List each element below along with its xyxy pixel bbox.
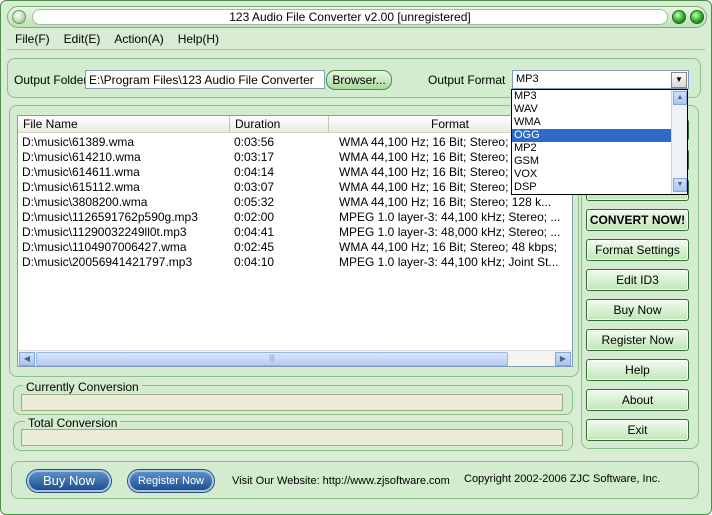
output-folder-label: Output Folder [14, 73, 88, 87]
table-row[interactable]: D:\music\11290032249ll0t.mp3 0:04:41 MPEG … [18, 225, 572, 240]
file-name-cell: D:\music\1126591762p590g.mp3 [22, 210, 198, 224]
footer-buy-now-button[interactable]: Buy Now [27, 470, 111, 492]
duration-cell: 0:04:10 [234, 255, 275, 269]
format-option[interactable]: DSP [512, 181, 671, 194]
format-option[interactable]: MP2 [512, 142, 671, 155]
scroll-down-icon[interactable]: ▼ [673, 178, 687, 192]
format-settings-button[interactable]: Format Settings [586, 239, 689, 261]
title-bar[interactable]: 123 Audio File Converter v2.00 [unregist… [7, 6, 707, 28]
output-format-select[interactable]: MP3 ▼ [512, 70, 689, 89]
column-file-name[interactable]: File Name [18, 116, 230, 132]
file-name-cell: D:\music\61389.wma [22, 135, 135, 149]
menu-bar: File(F) Edit(E) Action(A) Help(H) [13, 32, 221, 48]
current-conversion-label: Currently Conversion [23, 380, 142, 394]
footer-register-now-button[interactable]: Register Now [128, 470, 214, 492]
table-row[interactable]: D:\music\1126591762p590g.mp3 0:02:00 MPEG … [18, 210, 572, 225]
main-window: 123 Audio File Converter v2.00 [unregist… [0, 0, 712, 515]
file-name-cell: D:\music\11290032249ll0t.mp3 [22, 225, 187, 239]
current-conversion-progress [21, 394, 563, 411]
format-option[interactable]: WMA [512, 116, 671, 129]
output-format-value: MP3 [516, 73, 539, 85]
menu-edit[interactable]: Edit(E) [62, 32, 103, 48]
duration-cell: 0:02:00 [234, 210, 275, 224]
column-duration[interactable]: Duration [230, 116, 329, 132]
help-button[interactable]: Help [586, 359, 689, 381]
duration-cell: 0:02:45 [234, 240, 275, 254]
duration-cell: 0:05:32 [234, 195, 275, 209]
file-name-cell: D:\music\615112.wma [22, 180, 140, 194]
system-menu-icon[interactable] [12, 10, 26, 24]
scroll-up-icon[interactable]: ▲ [673, 91, 687, 105]
menu-divider [7, 49, 705, 50]
dropdown-scrollbar[interactable]: ▲ ▼ [671, 90, 687, 194]
table-row[interactable]: D:\music\20056941421797.mp3 0:04:10 MPEG 1… [18, 255, 572, 270]
format-option[interactable]: WAV [512, 103, 671, 116]
table-row[interactable]: D:\music\61389.wma 0:03:56 WMA 44,100 Hz; … [18, 135, 572, 150]
side-buy-now-button[interactable]: Buy Now [586, 299, 689, 321]
scroll-left-icon[interactable]: ◀ [19, 352, 35, 366]
file-name-cell: D:\music\614210.wma [22, 150, 141, 164]
file-name-cell: D:\music\3808200.wma [22, 195, 148, 209]
duration-cell: 0:04:14 [234, 165, 275, 179]
format-cell: MPEG 1.0 layer-3: 44,100 kHz; Stereo; ..… [339, 210, 561, 224]
output-folder-field[interactable]: E:\Program Files\123 Audio File Converte… [85, 70, 325, 89]
copyright-text: Copyright 2002-2006 ZJC Software, Inc. [464, 473, 661, 485]
file-name-cell: D:\music\614611.wma [22, 165, 140, 179]
menu-help[interactable]: Help(H) [176, 32, 221, 48]
chevron-down-icon[interactable]: ▼ [671, 72, 687, 88]
side-register-now-button[interactable]: Register Now [586, 329, 689, 351]
window-title: 123 Audio File Converter v2.00 [unregist… [32, 9, 668, 25]
format-cell: MPEG 1.0 layer-3: 48,000 kHz; Stereo; ..… [339, 225, 561, 239]
duration-cell: 0:03:17 [234, 150, 275, 164]
duration-cell: 0:03:56 [234, 135, 275, 149]
file-name-cell: D:\music\1104907006427.wma [22, 240, 187, 254]
edit-id3-button[interactable]: Edit ID3 [586, 269, 689, 291]
output-format-dropdown-list[interactable]: MP3 WAV WMA OGG MP2 GSM VOX DSP ▲ ▼ [511, 89, 688, 195]
format-cell: WMA 44,100 Hz; 16 Bit; Stereo; 48 kbps; [339, 240, 558, 254]
format-option[interactable]: GSM [512, 155, 671, 168]
scroll-thumb[interactable]: ||| [36, 352, 508, 366]
exit-button[interactable]: Exit [586, 419, 689, 441]
total-conversion-label: Total Conversion [25, 416, 121, 430]
output-format-label: Output Format [428, 73, 506, 87]
close-icon[interactable] [690, 10, 704, 24]
browse-button[interactable]: Browser... [326, 70, 392, 90]
table-row[interactable]: D:\music\1104907006427.wma 0:02:45 WMA 44,… [18, 240, 572, 255]
horizontal-scrollbar[interactable]: ◀ ||| ▶ [18, 350, 572, 366]
format-cell: MPEG 1.0 layer-3: 44,100 kHz; Joint St..… [339, 255, 559, 269]
table-row[interactable]: D:\music\614210.wma 0:03:17 WMA 44,100 Hz;… [18, 150, 572, 165]
duration-cell: 0:04:41 [234, 225, 275, 239]
format-cell: WMA 44,100 Hz; 16 Bit; Stereo; 128 k... [339, 195, 552, 209]
website-link[interactable]: Visit Our Website: http://www.zjsoftware… [232, 475, 450, 487]
total-conversion-progress [21, 429, 563, 446]
file-name-cell: D:\music\20056941421797.mp3 [22, 255, 193, 269]
menu-file[interactable]: File(F) [13, 32, 52, 48]
format-option[interactable]: OGG [512, 129, 671, 142]
scroll-right-icon[interactable]: ▶ [555, 352, 571, 366]
format-option[interactable]: MP3 [512, 90, 671, 103]
table-row[interactable]: D:\music\615112.wma 0:03:07 WMA 44,100 Hz;… [18, 180, 572, 195]
convert-now-button[interactable]: CONVERT NOW! [586, 209, 689, 231]
menu-action[interactable]: Action(A) [112, 32, 165, 48]
file-list-header: File Name Duration Format [18, 116, 572, 133]
table-row[interactable]: D:\music\3808200.wma 0:05:32 WMA 44,100 Hz… [18, 195, 572, 210]
duration-cell: 0:03:07 [234, 180, 275, 194]
format-option[interactable]: VOX [512, 168, 671, 181]
table-row[interactable]: D:\music\614611.wma 0:04:14 WMA 44,100 Hz;… [18, 165, 572, 180]
about-button[interactable]: About [586, 389, 689, 411]
file-list[interactable]: File Name Duration Format D:\music\61389… [17, 115, 573, 367]
minimize-icon[interactable] [672, 10, 686, 24]
